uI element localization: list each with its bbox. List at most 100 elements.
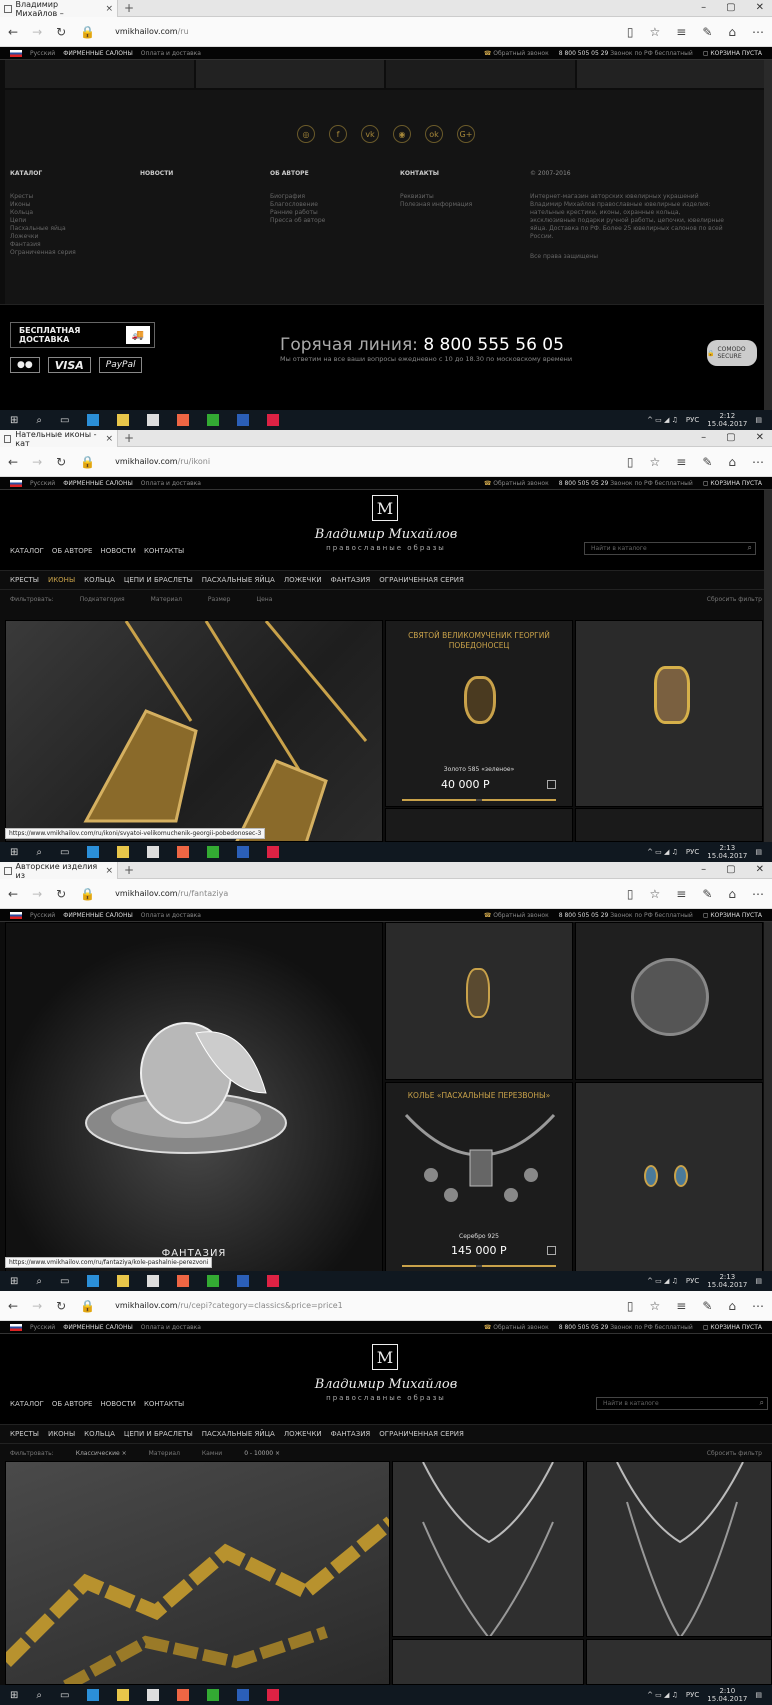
powerpoint-icon[interactable]	[267, 1275, 280, 1287]
powerpoint-icon[interactable]	[267, 846, 280, 858]
footer-link[interactable]: Пресса об авторе	[270, 217, 400, 225]
filter-subcategory[interactable]: Классические ×	[76, 1450, 127, 1457]
cat-limited[interactable]: ОГРАНИЧЕННАЯ СЕРИЯ	[379, 576, 464, 584]
tray-icons[interactable]: ^ ▭ ◢ ♫	[647, 1277, 678, 1285]
language-select[interactable]: Русский	[30, 480, 55, 487]
store-icon[interactable]	[147, 1275, 160, 1287]
cat-icons[interactable]: ИКОНЫ	[48, 576, 75, 584]
footer-link[interactable]: Пасхальные яйца	[10, 225, 140, 233]
reading-view-icon[interactable]: ▯	[627, 887, 634, 901]
salons-link[interactable]: ФИРМЕННЫЕ САЛОНЫ	[63, 50, 133, 57]
more-icon[interactable]: ⋯	[752, 455, 764, 469]
app-icon[interactable]	[207, 1275, 220, 1287]
task-view-icon[interactable]: ▭	[60, 847, 69, 858]
windows-start-icon[interactable]: ⊞	[10, 1690, 18, 1701]
new-tab-icon[interactable]: +	[124, 863, 134, 877]
favorite-star-icon[interactable]: ☆	[649, 887, 660, 901]
back-icon[interactable]: ←	[8, 455, 18, 469]
filter-stones[interactable]: Камни	[202, 1450, 222, 1457]
share-icon[interactable]: ⌂	[728, 25, 736, 39]
word-icon[interactable]	[237, 846, 250, 858]
forward-icon[interactable]: →	[32, 25, 42, 39]
new-tab-icon[interactable]: +	[124, 1, 134, 15]
url-field[interactable]: vmikhailov.com/ru/fantaziya	[115, 889, 228, 898]
forward-icon[interactable]: →	[32, 1299, 42, 1313]
refresh-icon[interactable]: ↻	[56, 455, 66, 469]
cat-rings[interactable]: КОЛЬЦА	[84, 576, 115, 584]
salons-link[interactable]: ФИРМЕННЫЕ САЛОНЫ	[63, 480, 133, 487]
notifications-icon[interactable]: ▤	[755, 1691, 762, 1699]
close-window-icon[interactable]: ✕	[756, 432, 764, 443]
search-icon[interactable]: ⌕	[760, 1398, 764, 1408]
tray-icons[interactable]: ^ ▭ ◢ ♫	[647, 848, 678, 856]
minimize-icon[interactable]: –	[701, 432, 706, 443]
reset-filter-button[interactable]: Сбросить фильтр	[707, 1450, 762, 1457]
favorite-star-icon[interactable]: ☆	[649, 455, 660, 469]
filter-price[interactable]: Цена	[256, 596, 272, 603]
word-icon[interactable]	[237, 414, 250, 426]
cat-spoons[interactable]: ЛОЖЕЧКИ	[284, 1430, 322, 1438]
store-icon[interactable]	[147, 1689, 160, 1701]
footer-link[interactable]: Кресты	[10, 193, 140, 201]
product-card[interactable]	[392, 1639, 584, 1685]
hub-icon[interactable]: ≡	[676, 455, 686, 469]
notifications-icon[interactable]: ▤	[755, 848, 762, 856]
explorer-icon[interactable]	[117, 414, 130, 426]
notifications-icon[interactable]: ▤	[755, 416, 762, 424]
favorite-star-icon[interactable]: ☆	[649, 1299, 660, 1313]
cat-eggs[interactable]: ПАСХАЛЬНЫЕ ЯЙЦА	[202, 576, 275, 584]
delivery-link[interactable]: Оплата и доставка	[141, 912, 201, 919]
product-card-george[interactable]: СВЯТОЙ ВЕЛИКОМУЧЕНИК ГЕОРГИЙ ПОБЕДОНОСЕЦ…	[385, 620, 573, 807]
search-input[interactable]: Найти в каталоге ⌕	[584, 542, 756, 555]
product-card[interactable]	[575, 808, 763, 842]
search-icon[interactable]: ⌕	[36, 1690, 42, 1701]
product-card[interactable]	[392, 1461, 584, 1637]
footer-link[interactable]: Ограниченная серия	[10, 249, 140, 257]
logo-title[interactable]: Владимир Михайлов	[300, 527, 472, 542]
windows-start-icon[interactable]: ⊞	[10, 1276, 18, 1287]
note-icon[interactable]: ✎	[702, 455, 712, 469]
windows-start-icon[interactable]: ⊞	[10, 415, 18, 426]
clock[interactable]: 2:13 15.04.2017	[707, 1273, 747, 1289]
product-tile[interactable]	[195, 60, 384, 88]
instagram-icon[interactable]: ◎	[297, 125, 315, 143]
cat-limited[interactable]: ОГРАНИЧЕННАЯ СЕРИЯ	[379, 1430, 464, 1438]
note-icon[interactable]: ✎	[702, 1299, 712, 1313]
footer-link[interactable]: Полезная информация	[400, 201, 530, 209]
logo-mark[interactable]: М	[372, 495, 398, 521]
tray-icons[interactable]: ^ ▭ ◢ ♫	[647, 1691, 678, 1699]
app-icon[interactable]	[177, 1275, 190, 1287]
minimize-icon[interactable]: –	[701, 2, 706, 13]
hub-icon[interactable]: ≡	[676, 887, 686, 901]
url-field[interactable]: vmikhailov.com/ru	[115, 27, 189, 36]
language-select[interactable]: Русский	[30, 50, 55, 57]
clock[interactable]: 2:10 15.04.2017	[707, 1687, 747, 1703]
more-icon[interactable]: ⋯	[752, 25, 764, 39]
reset-filter-button[interactable]: Сбросить фильтр	[707, 596, 762, 603]
product-card[interactable]	[586, 1639, 772, 1685]
cat-fantasy[interactable]: ФАНТАЗИЯ	[331, 576, 371, 584]
cat-spoons[interactable]: ЛОЖЕЧКИ	[284, 576, 322, 584]
footer-link[interactable]: Цепи	[10, 217, 140, 225]
reading-view-icon[interactable]: ▯	[627, 25, 634, 39]
facebook-icon[interactable]: f	[329, 125, 347, 143]
url-field[interactable]: vmikhailov.com/ru/cepi?category=classics…	[115, 1301, 343, 1310]
add-to-cart-icon[interactable]	[547, 780, 556, 789]
close-tab-icon[interactable]: ×	[105, 4, 113, 14]
nav-news[interactable]: НОВОСТИ	[100, 547, 136, 555]
store-icon[interactable]	[147, 846, 160, 858]
cart-link[interactable]: ▢ КОРЗИНА ПУСТА	[703, 480, 762, 487]
cat-chains[interactable]: ЦЕПИ И БРАСЛЕТЫ	[124, 1430, 193, 1438]
forward-icon[interactable]: →	[32, 455, 42, 469]
salons-link[interactable]: ФИРМЕННЫЕ САЛОНЫ	[63, 912, 133, 919]
filter-price[interactable]: 0 - 10000 ×	[244, 1450, 280, 1457]
word-icon[interactable]	[237, 1275, 250, 1287]
product-tile[interactable]	[5, 60, 194, 88]
refresh-icon[interactable]: ↻	[56, 1299, 66, 1313]
footer-link[interactable]: Ранние работы	[270, 209, 400, 217]
logo-title[interactable]: Владимир Михайлов	[300, 1377, 472, 1392]
app-icon[interactable]	[177, 1689, 190, 1701]
share-icon[interactable]: ⌂	[728, 455, 736, 469]
product-card-bells[interactable]: КОЛЬЕ «ПАСХАЛЬНЫЕ ПЕРЕЗВОНЫ» Серебро 925…	[385, 1082, 573, 1272]
vk-icon[interactable]: vk	[361, 125, 379, 143]
